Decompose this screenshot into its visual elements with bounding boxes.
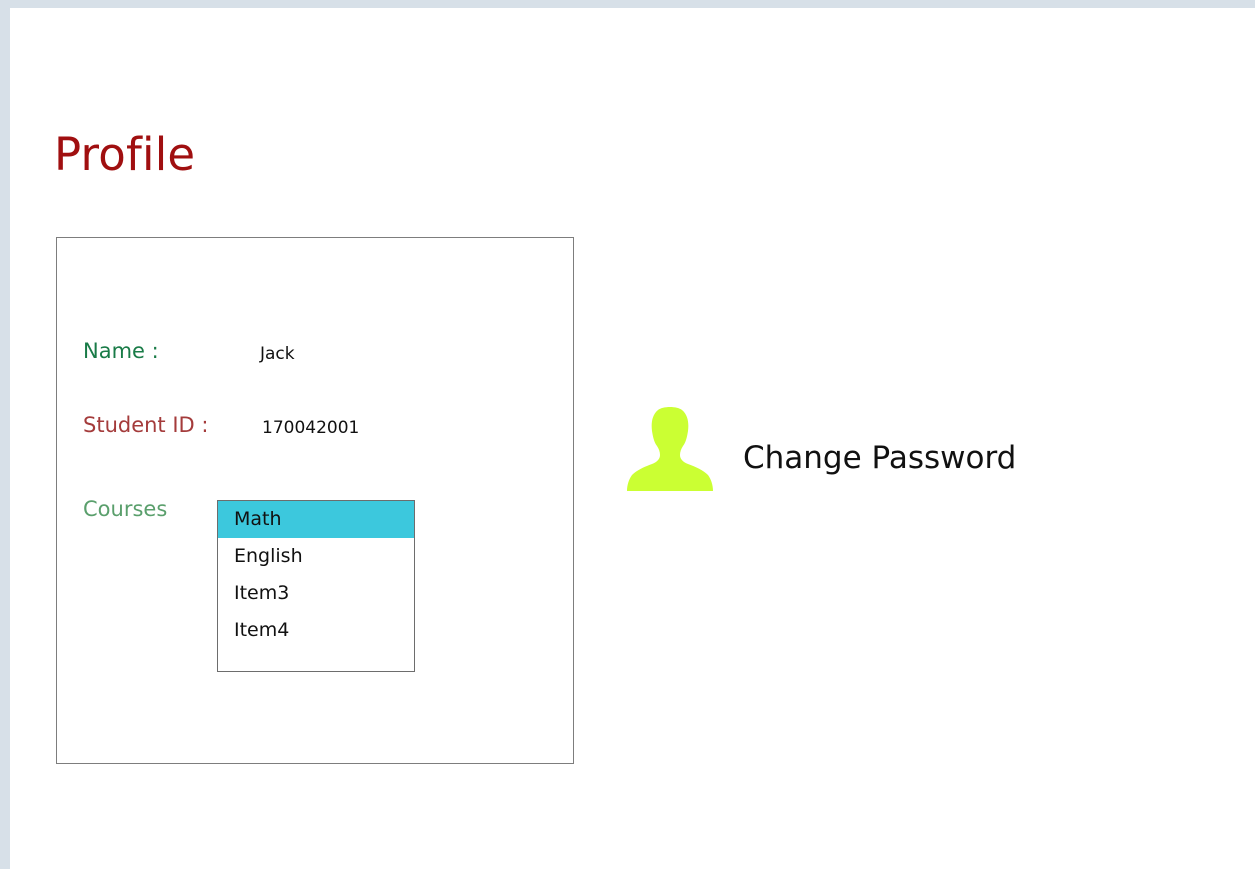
course-item-item3[interactable]: Item3 bbox=[218, 575, 414, 612]
change-password-label: Change Password bbox=[743, 440, 1017, 476]
courses-label: Courses bbox=[83, 497, 168, 521]
course-item-math[interactable]: Math bbox=[218, 501, 414, 538]
profile-card: Name : Jack Student ID : 170042001 Cours… bbox=[56, 237, 574, 764]
name-value: Jack bbox=[260, 344, 295, 364]
course-item-item4[interactable]: Item4 bbox=[218, 612, 414, 649]
name-label: Name : bbox=[83, 339, 159, 363]
student-id-value: 170042001 bbox=[262, 418, 360, 438]
student-id-label: Student ID : bbox=[83, 413, 209, 437]
page-title: Profile bbox=[54, 128, 196, 181]
user-icon[interactable] bbox=[627, 406, 713, 491]
course-item-english[interactable]: English bbox=[218, 538, 414, 575]
change-password-button[interactable]: Change Password bbox=[627, 406, 1047, 491]
profile-page: Profile Name : Jack Student ID : 1700420… bbox=[10, 8, 1255, 869]
courses-listbox[interactable]: Math English Item3 Item4 bbox=[217, 500, 415, 672]
